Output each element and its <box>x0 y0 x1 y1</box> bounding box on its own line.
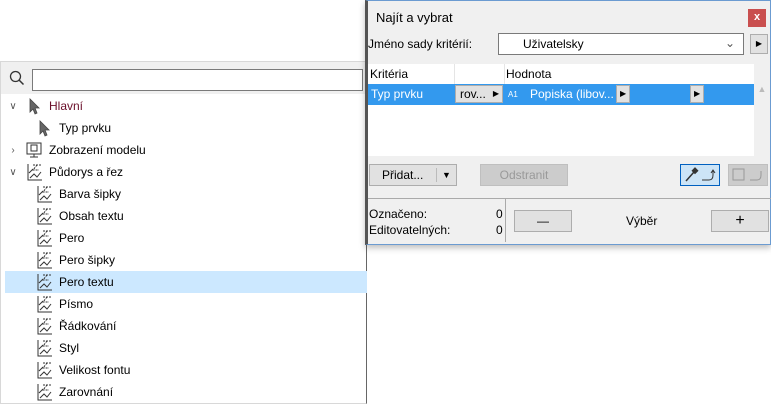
tree-item[interactable]: Pero <box>5 227 367 249</box>
criteria-set-value: Uživatelsky <box>523 37 584 51</box>
search-input[interactable] <box>32 69 363 91</box>
element-tree-panel: ∨ Hlavní Typ prvku › Zobrazení modelu ∨ Půdory… <box>0 61 367 404</box>
floorplan-icon <box>35 383 53 401</box>
eyedropper-button[interactable] <box>680 164 720 186</box>
find-select-dialog: Najít a vybrat x Jméno sady kritérií: Už… <box>365 0 771 245</box>
tree-item[interactable]: Zarovnání <box>5 381 367 403</box>
editable-count: 0 <box>496 223 503 237</box>
tree-item-label: Obsah textu <box>59 209 124 223</box>
add-button[interactable]: Přidat... ▼ <box>369 164 457 186</box>
row-menu-button[interactable]: ▶ <box>690 85 704 103</box>
label-icon: A1 <box>508 90 518 99</box>
floorplan-icon <box>35 273 53 291</box>
header-value: Hodnota <box>506 67 552 81</box>
tree-item-label: Pero šipky <box>59 253 116 267</box>
search-icon <box>9 70 25 86</box>
tree-item[interactable]: Barva šipky <box>5 183 367 205</box>
chevron-right-icon[interactable]: › <box>7 145 19 156</box>
criterion-cell: Typ prvku <box>371 87 424 101</box>
marquee-button[interactable] <box>728 164 768 186</box>
tree-item-label: Barva šipky <box>59 187 122 201</box>
criteria-set-label: Jméno sady kritérií: <box>368 37 473 51</box>
tree-item[interactable]: Obsah textu <box>5 205 367 227</box>
floorplan-icon <box>35 185 53 203</box>
header-criteria: Kritéria <box>370 67 409 81</box>
floorplan-icon <box>35 339 53 357</box>
chevron-down-icon[interactable]: ∨ <box>7 101 19 112</box>
editable-label: Editovatelných: <box>369 223 451 237</box>
tree-item[interactable]: ∨ Půdorys a řez <box>5 161 367 183</box>
dialog-title: Najít a vybrat <box>376 10 453 25</box>
tree-item-label: Typ prvku <box>59 121 112 135</box>
cursor-icon <box>25 97 43 115</box>
add-selection-button[interactable]: + <box>711 210 769 232</box>
tree-item[interactable]: Styl <box>5 337 367 359</box>
criteria-set-select[interactable]: Uživatelsky ⌄ <box>498 33 744 55</box>
tree-item[interactable]: › Zobrazení modelu <box>5 139 367 161</box>
search-bar <box>1 62 367 94</box>
chevron-down-icon: ⌄ <box>724 36 735 50</box>
tree-item-label: Půdorys a řez <box>49 165 124 179</box>
tree-item-label: Styl <box>59 341 80 355</box>
remove-button[interactable]: Odstranit <box>480 164 568 186</box>
eyedropper-icon <box>685 167 716 182</box>
model-view-icon <box>25 141 43 159</box>
floorplan-icon <box>35 295 53 313</box>
deselect-button[interactable]: — <box>514 210 572 232</box>
selected-count: 0 <box>496 207 503 221</box>
tree-item[interactable]: Velikost fontu <box>5 359 367 381</box>
tree-item-label: Písmo <box>59 297 94 311</box>
marquee-icon <box>732 168 762 181</box>
tree-item[interactable]: Pero textu <box>5 271 367 293</box>
table-scrollbar[interactable]: ▲ <box>754 64 770 156</box>
criteria-table: Kritéria Hodnota Typ prvku rov... ▶ A1 Po… <box>368 64 754 156</box>
selected-label: Označeno: <box>369 207 428 221</box>
tree-item-label: Zobrazení modelu <box>49 143 146 157</box>
tree-item-label: Řádkování <box>59 319 117 333</box>
floorplan-icon <box>35 207 53 225</box>
tree-item[interactable]: Typ prvku <box>5 117 367 139</box>
chevron-down-icon: ▼ <box>436 168 456 182</box>
floorplan-icon <box>35 317 53 335</box>
tree-item-label: Hlavní <box>49 99 84 113</box>
tree-item-label: Zarovnání <box>59 385 114 399</box>
floorplan-icon <box>35 229 53 247</box>
floorplan-icon <box>35 251 53 269</box>
tree-item-label: Velikost fontu <box>59 363 131 377</box>
tree-item[interactable]: Pero šipky <box>5 249 367 271</box>
value-cell: Popiska (libov... <box>530 87 614 101</box>
chevron-down-icon[interactable]: ∨ <box>7 167 19 178</box>
selection-label: Výběr <box>626 214 658 228</box>
tree-item-label: Pero textu <box>59 275 114 289</box>
table-row[interactable]: Typ prvku rov... ▶ A1 Popiska (libov... ▶… <box>368 84 754 105</box>
tree-item[interactable]: Písmo <box>5 293 367 315</box>
operator-button[interactable]: rov... ▶ <box>455 85 503 103</box>
value-menu-button[interactable]: ▶ <box>616 85 630 103</box>
floorplan-icon <box>35 361 53 379</box>
tree-item-label: Pero <box>59 231 85 245</box>
floorplan-icon <box>25 163 43 181</box>
cursor-icon <box>35 119 53 137</box>
tree-item[interactable]: ∨ Hlavní <box>5 95 367 117</box>
close-button[interactable]: x <box>748 9 766 27</box>
criteria-set-menu-button[interactable]: ▶ <box>750 34 768 54</box>
tree-item[interactable]: Řádkování <box>5 315 367 337</box>
